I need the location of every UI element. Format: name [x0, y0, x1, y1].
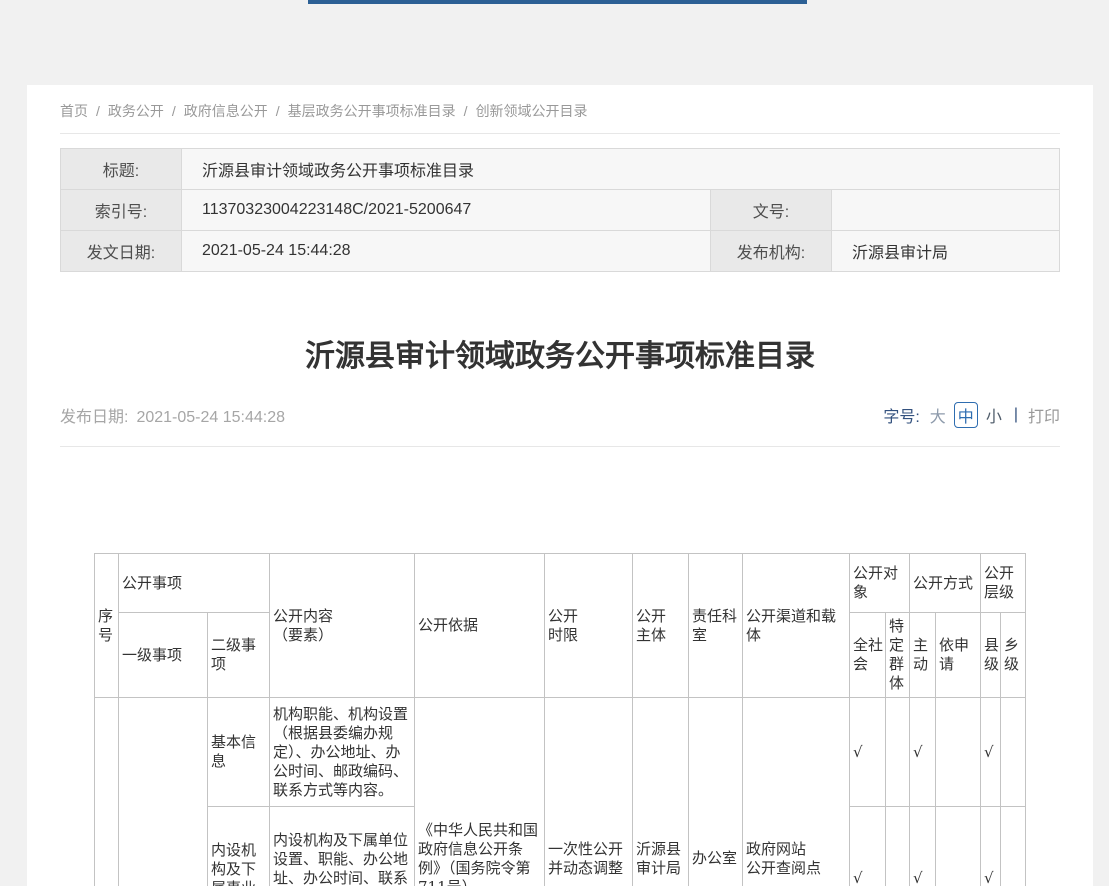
col-header-county: 县 级 — [981, 613, 1001, 698]
col-header-basis: 公开依据 — [414, 554, 544, 698]
breadcrumb-jiceng[interactable]: 基层政务公开事项标准目录 — [288, 103, 456, 119]
meta-label-agency: 发布机构: — [711, 231, 832, 272]
col-header-level1-item: 一级事项 — [118, 613, 207, 698]
font-size-medium-button[interactable]: 中 — [954, 402, 978, 428]
cell-check-county: √ — [981, 698, 1001, 807]
cell-check-specific-group — [885, 807, 909, 886]
col-header-department: 责任科 室 — [688, 554, 742, 698]
breadcrumb-separator: / — [96, 103, 100, 119]
meta-row-index: 索引号: 11370323004223148C/2021-5200647 文号: — [61, 190, 1060, 231]
cell-check-specific-group — [885, 698, 909, 807]
cell-check-on-request — [936, 698, 981, 807]
breadcrumb-xinxi[interactable]: 政府信息公开 — [184, 103, 268, 119]
meta-value-title: 沂源县审计领域政务公开事项标准目录 — [182, 149, 1060, 190]
font-size-divider: | — [1014, 406, 1018, 424]
page: 首页 / 政务公开 / 政府信息公开 / 基层政务公开事项标准目录 / 创新领域公开目录 标题:… — [0, 0, 1109, 886]
col-header-level2-item: 二级事 项 — [207, 613, 269, 698]
font-size-large-button[interactable]: 大 — [930, 403, 946, 427]
meta-value-issue-date: 2021-05-24 15:44:28 — [182, 231, 711, 272]
meta-label-issue-date: 发文日期: — [61, 231, 182, 272]
meta-label-index: 索引号: — [61, 190, 182, 231]
article-meta-row: 发布日期: 2021-05-24 15:44:28 字号: 大 中 小 | 打印 — [60, 402, 1060, 447]
catalog-header-row-1: 序 号 公开事项 公开内容 （要素） 公开依据 公开 时限 公开 主体 责任科 … — [94, 554, 1025, 613]
cell-check-whole-society: √ — [849, 807, 885, 886]
breadcrumb-separator: / — [464, 103, 468, 119]
col-header-proactive: 主 动 — [910, 613, 936, 698]
meta-value-docnum — [832, 190, 1060, 231]
top-nav-accent-bar — [308, 0, 807, 4]
page-title: 沂源县审计领域政务公开事项标准目录 — [60, 340, 1060, 374]
col-header-level: 公开 层级 — [981, 554, 1026, 613]
cell-channel: 政府网站 公开查阅点 — [742, 698, 849, 886]
meta-row-date: 发文日期: 2021-05-24 15:44:28 发布机构: 沂源县审计局 — [61, 231, 1060, 272]
col-header-time-limit: 公开 时限 — [544, 554, 632, 698]
cell-check-proactive: √ — [910, 698, 936, 807]
col-header-specific-group: 特 定 群 体 — [885, 613, 909, 698]
breadcrumb-separator: / — [276, 103, 280, 119]
col-header-on-request: 依申 请 — [936, 613, 981, 698]
cell-level1-item — [118, 698, 207, 886]
publish-date: 发布日期: 2021-05-24 15:44:28 — [60, 403, 285, 427]
col-header-method: 公开方式 — [910, 554, 981, 613]
col-header-channel: 公开渠道和载 体 — [742, 554, 849, 698]
breadcrumb-zhengwu[interactable]: 政务公开 — [108, 103, 164, 119]
cell-check-whole-society: √ — [849, 698, 885, 807]
cell-serial — [94, 698, 118, 886]
col-header-target: 公开对 象 — [849, 554, 909, 613]
disclosure-catalog-table: 序 号 公开事项 公开内容 （要素） 公开依据 公开 时限 公开 主体 责任科 … — [94, 553, 1026, 886]
cell-content: 内设机构及下属单位设置、职能、办公地址、办公时间、联系方式、负责人姓名等内容。 — [269, 807, 414, 886]
breadcrumb-separator: / — [172, 103, 176, 119]
cell-check-proactive: √ — [910, 807, 936, 886]
col-header-whole-society: 全社 会 — [849, 613, 885, 698]
col-header-disclosure-item: 公开事项 — [118, 554, 269, 613]
breadcrumb-chuangxin[interactable]: 创新领域公开目录 — [476, 103, 588, 119]
cell-department: 办公室 — [688, 698, 742, 886]
breadcrumb-home[interactable]: 首页 — [60, 103, 88, 119]
col-header-township: 乡 级 — [1001, 613, 1026, 698]
publish-date-value: 2021-05-24 15:44:28 — [136, 409, 285, 426]
cell-check-county: √ — [981, 807, 1001, 886]
meta-value-index: 11370323004223148C/2021-5200647 — [182, 190, 711, 231]
print-button[interactable]: 打印 — [1028, 403, 1060, 427]
cell-content: 机构职能、机构设置（根据县委编办规定）、办公地址、办公时间、邮政编码、联系方式等… — [269, 698, 414, 807]
breadcrumb: 首页 / 政务公开 / 政府信息公开 / 基层政务公开事项标准目录 / 创新领域公开目录 — [60, 85, 1060, 134]
font-size-small-button[interactable]: 小 — [986, 403, 1002, 427]
font-size-label: 字号: — [883, 403, 919, 427]
col-header-subject: 公开 主体 — [632, 554, 688, 698]
content-card: 首页 / 政务公开 / 政府信息公开 / 基层政务公开事项标准目录 / 创新领域公开目录 标题:… — [27, 85, 1093, 886]
cell-subject: 沂源县 审计局 — [632, 698, 688, 886]
cell-check-township — [1001, 698, 1026, 807]
cell-check-on-request — [936, 807, 981, 886]
publish-date-label: 发布日期: — [60, 409, 128, 426]
col-header-serial: 序 号 — [94, 554, 118, 698]
catalog-row-basic-info: 基本信 息 机构职能、机构设置（根据县委编办规定）、办公地址、办公时间、邮政编码… — [94, 698, 1025, 807]
meta-row-title: 标题: 沂源县审计领域政务公开事项标准目录 — [61, 149, 1060, 190]
cell-check-township — [1001, 807, 1026, 886]
cell-time-limit: 一次性公开 并动态调整 — [544, 698, 632, 886]
font-size-control: 字号: 大 中 小 | 打印 — [883, 402, 1060, 428]
meta-label-title: 标题: — [61, 149, 182, 190]
meta-label-docnum: 文号: — [711, 190, 832, 231]
meta-value-agency: 沂源县审计局 — [832, 231, 1060, 272]
document-meta-table: 标题: 沂源县审计领域政务公开事项标准目录 索引号: 1137032300422… — [60, 148, 1060, 272]
cell-level2-item: 基本信 息 — [207, 698, 269, 807]
cell-basis: 《中华人民共和国政府信息公开条例》（国务院令第711号） — [414, 698, 544, 886]
col-header-content: 公开内容 （要素） — [269, 554, 414, 698]
cell-level2-item: 内设机 构及下 属事业 单位 — [207, 807, 269, 886]
